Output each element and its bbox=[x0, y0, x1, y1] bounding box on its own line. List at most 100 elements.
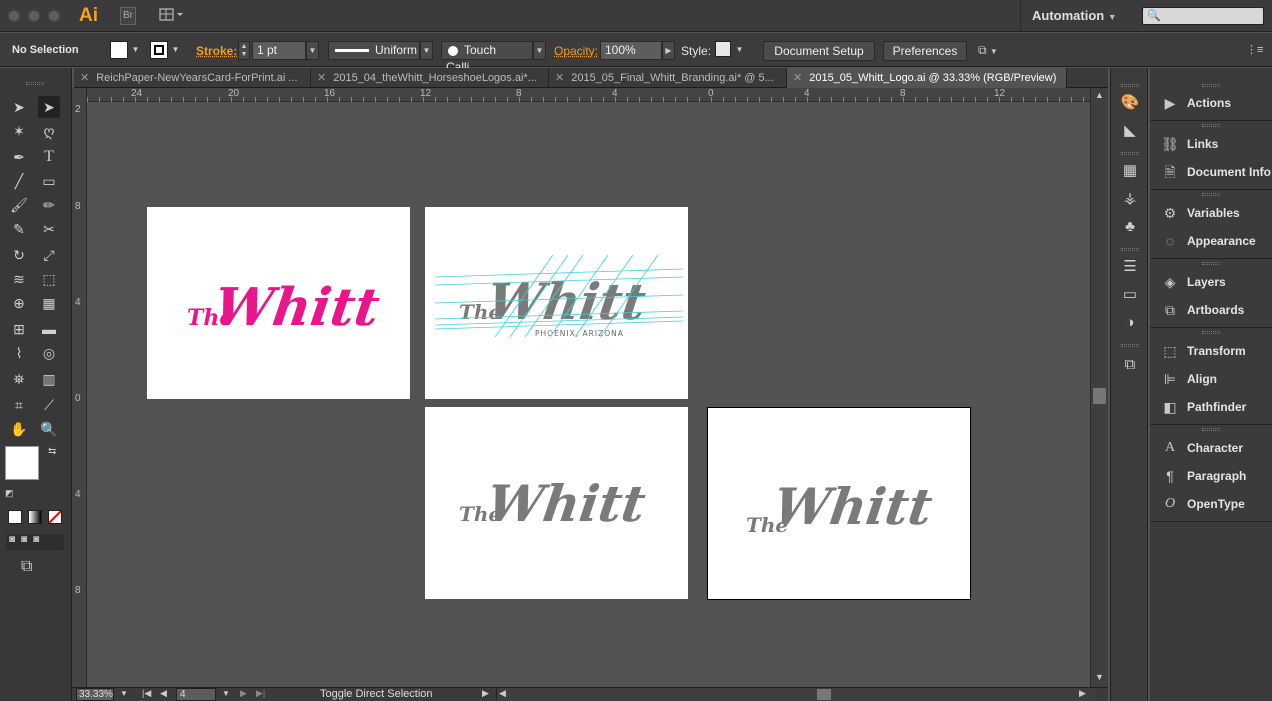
mesh-tool-icon[interactable]: ⊞ bbox=[8, 318, 30, 340]
panel-grip[interactable] bbox=[1202, 331, 1220, 334]
artboard-number-field[interactable]: 4 bbox=[176, 688, 216, 701]
artboard-tool-icon[interactable]: ⌗ bbox=[8, 394, 30, 416]
blend-tool-icon[interactable]: ◎ bbox=[38, 342, 60, 364]
style-dropdown[interactable]: ▼ bbox=[733, 41, 746, 60]
stroke-label[interactable]: Stroke: bbox=[196, 44, 237, 58]
pencil-tool-icon[interactable]: ✏ bbox=[38, 194, 60, 216]
hand-tool-icon[interactable]: ✋ bbox=[8, 418, 30, 440]
document-setup-button[interactable]: Document Setup bbox=[763, 41, 875, 61]
color-palette-icon[interactable]: 🎨 bbox=[1119, 92, 1141, 114]
close-tab-icon[interactable]: ✕ bbox=[793, 72, 802, 84]
graphic-style-swatch[interactable] bbox=[715, 41, 731, 57]
paintbrush-tool-icon[interactable]: 🖌 bbox=[8, 194, 30, 216]
none-mode-icon[interactable] bbox=[48, 510, 62, 524]
rectangle-tool-icon[interactable]: ▭ bbox=[38, 170, 60, 192]
fill-dropdown[interactable]: ▼ bbox=[129, 41, 142, 60]
rotate-tool-icon[interactable]: ↻ bbox=[8, 244, 30, 266]
swatches-icon[interactable]: ▦ bbox=[1119, 160, 1141, 182]
export-icon[interactable]: ⧉ bbox=[1119, 354, 1141, 376]
opacity-dropdown[interactable]: ▶ bbox=[662, 41, 675, 60]
shape-builder-tool-icon[interactable]: ⊕ bbox=[8, 292, 30, 314]
column-graph-tool-icon[interactable]: ▥ bbox=[38, 368, 60, 390]
perspective-grid-tool-icon[interactable]: ▦ bbox=[38, 292, 60, 314]
panel-grip[interactable] bbox=[1202, 124, 1220, 127]
status-menu-arrow-icon[interactable]: ▶ bbox=[482, 688, 489, 699]
stroke-swatch[interactable] bbox=[150, 41, 168, 59]
arrange-objects-icon[interactable]: ⧉ ▼ bbox=[978, 43, 1006, 59]
type-tool-icon[interactable]: T bbox=[38, 146, 60, 168]
panel-grip[interactable] bbox=[1202, 262, 1220, 265]
bridge-button[interactable]: Br bbox=[120, 7, 136, 25]
last-artboard-icon[interactable]: ▶| bbox=[256, 688, 265, 699]
color-mode-icon[interactable] bbox=[8, 510, 22, 524]
zoom-window-button[interactable] bbox=[48, 10, 60, 22]
artboard-1[interactable]: The Whitt bbox=[147, 207, 410, 399]
panel-variables[interactable]: ⚙ Variables bbox=[1150, 200, 1272, 226]
lasso-tool-icon[interactable]: ღ bbox=[38, 120, 60, 142]
gradient-tool-icon[interactable]: ▬ bbox=[38, 318, 60, 340]
gradient-panel-icon[interactable]: ▭ bbox=[1119, 284, 1141, 306]
slice-tool-icon[interactable]: ⟋ bbox=[38, 394, 60, 416]
profile-dropdown[interactable]: ▼ bbox=[420, 41, 433, 60]
default-colors-icon[interactable]: ◩ bbox=[5, 488, 14, 499]
panel-layers[interactable]: ◈ Layers bbox=[1150, 269, 1272, 295]
stroke-panel-icon[interactable]: ☰ bbox=[1119, 256, 1141, 278]
control-bar-menu-icon[interactable]: ⋮≡ bbox=[1246, 43, 1263, 56]
scroll-thumb[interactable] bbox=[1093, 388, 1106, 404]
tab-document[interactable]: ✕ 2015_04_theWhitt_HorseshoeLogos.ai*... bbox=[311, 68, 549, 88]
zoom-level-field[interactable]: 33.33% bbox=[76, 688, 114, 701]
tab-document[interactable]: ✕ 2015_05_Final_Whitt_Branding.ai* @ 5... bbox=[549, 68, 787, 88]
panel-paragraph[interactable]: ¶ Paragraph bbox=[1150, 463, 1272, 489]
vertical-ruler[interactable]: 2 8 4 0 4 8 bbox=[72, 88, 87, 687]
transparency-icon[interactable]: ◑ bbox=[1119, 312, 1141, 334]
scroll-right-icon[interactable]: ▶ bbox=[1079, 688, 1086, 699]
panel-grip[interactable] bbox=[1121, 344, 1139, 347]
panel-align[interactable]: ⊫ Align bbox=[1150, 366, 1272, 392]
brushes-icon[interactable]: ⚶ bbox=[1119, 188, 1141, 210]
panel-artboards[interactable]: ⧉ Artboards bbox=[1150, 297, 1272, 323]
panel-grip[interactable] bbox=[1202, 84, 1220, 87]
panel-transform[interactable]: ⬚ Transform bbox=[1150, 338, 1272, 364]
variable-width-profile[interactable]: Uniform bbox=[328, 41, 420, 60]
artboard-3[interactable]: The Whitt bbox=[425, 407, 688, 599]
stroke-weight-field[interactable]: 1 pt bbox=[252, 41, 306, 60]
color-guide-icon[interactable]: ◣ bbox=[1119, 120, 1141, 142]
symbol-sprayer-tool-icon[interactable]: ⛯ bbox=[8, 368, 30, 390]
scroll-up-icon[interactable]: ▲ bbox=[1095, 90, 1104, 100]
scissors-tool-icon[interactable]: ✂ bbox=[38, 218, 60, 240]
stroke-weight-stepper[interactable]: ▲ ▼ bbox=[238, 41, 250, 60]
arrange-documents-button[interactable] bbox=[158, 7, 186, 25]
fill-swatch[interactable] bbox=[110, 41, 128, 59]
swap-colors-icon[interactable]: ⇆ bbox=[48, 446, 56, 457]
preferences-button[interactable]: Preferences bbox=[883, 41, 967, 61]
vertical-scrollbar[interactable]: ▲ ▼ bbox=[1090, 88, 1108, 687]
gradient-mode-icon[interactable] bbox=[28, 510, 42, 524]
minimize-window-button[interactable] bbox=[28, 10, 40, 22]
panel-links[interactable]: ⛓ Links bbox=[1150, 131, 1272, 157]
opacity-label[interactable]: Opacity: bbox=[554, 44, 598, 58]
stroke-weight-dropdown[interactable]: ▼ bbox=[306, 41, 319, 60]
close-tab-icon[interactable]: ✕ bbox=[555, 72, 564, 84]
horizontal-scrollbar[interactable]: ◀ ▶ bbox=[496, 688, 1096, 701]
eyedropper-tool-icon[interactable]: ⌇ bbox=[8, 342, 30, 364]
next-artboard-icon[interactable]: ▶ bbox=[240, 688, 247, 699]
selection-tool-icon[interactable]: ➤ bbox=[8, 96, 30, 118]
scroll-down-icon[interactable]: ▼ bbox=[1095, 672, 1104, 682]
artboard-dropdown[interactable]: ▼ bbox=[222, 689, 230, 698]
opacity-field[interactable]: 100% bbox=[600, 41, 662, 60]
panel-grip[interactable] bbox=[1121, 248, 1139, 251]
first-artboard-icon[interactable]: |◀ bbox=[142, 688, 151, 699]
artboard-4-active[interactable]: The Whitt bbox=[707, 407, 971, 600]
panel-character[interactable]: A Character bbox=[1150, 435, 1272, 461]
zoom-dropdown[interactable]: ▼ bbox=[120, 689, 128, 698]
panel-grip[interactable] bbox=[1202, 428, 1220, 431]
canvas[interactable]: The Whitt The Whitt PHOENIX, ARIZONA The… bbox=[87, 103, 1090, 687]
fill-color-box[interactable] bbox=[5, 446, 39, 480]
panel-grip[interactable] bbox=[1202, 193, 1220, 196]
workspace-switcher[interactable]: Automation ▼ bbox=[1032, 8, 1117, 23]
panel-appearance[interactable]: ◌ Appearance bbox=[1150, 228, 1272, 254]
brush-dropdown[interactable]: ▼ bbox=[533, 41, 546, 60]
tab-document[interactable]: ✕ ReichPaper-NewYearsCard-ForPrint.ai ... bbox=[74, 68, 311, 88]
symbols-icon[interactable]: ♣ bbox=[1119, 216, 1141, 238]
close-tab-icon[interactable]: ✕ bbox=[80, 72, 89, 84]
